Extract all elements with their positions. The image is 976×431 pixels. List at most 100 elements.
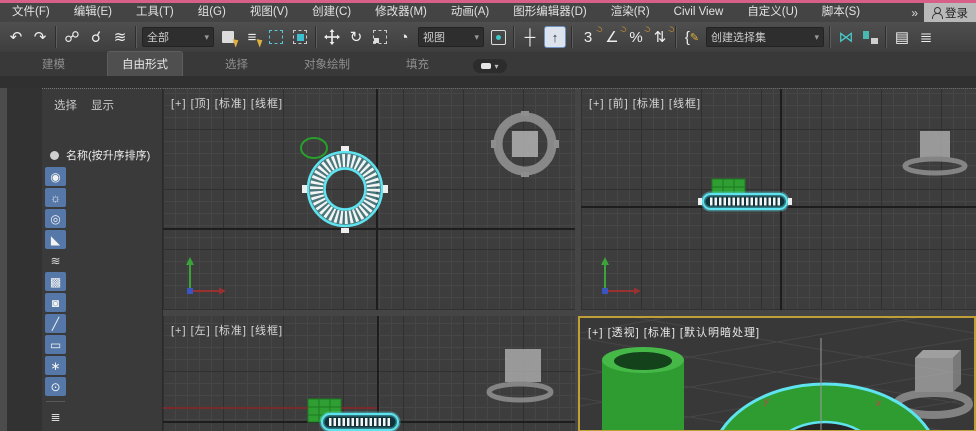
angle-snap-toggle-icon[interactable]: ∠ ∩ bbox=[600, 25, 624, 49]
select-by-name-icon[interactable]: ≡ bbox=[240, 25, 264, 49]
selection-filter-dropdown[interactable]: 全部 ▾ bbox=[142, 27, 214, 47]
ribbon-tab-selection[interactable]: 选择 bbox=[211, 52, 262, 76]
window-crossing-toggle-icon[interactable] bbox=[288, 25, 312, 49]
reference-coordinate-value: 视图 bbox=[423, 29, 445, 45]
ribbon-tab-modeling[interactable]: 建模 bbox=[28, 52, 79, 76]
toolbar-separator bbox=[885, 26, 887, 48]
display-spacewarps-icon[interactable]: ≋ bbox=[45, 251, 66, 270]
ribbon-tab-object-paint[interactable]: 对象绘制 bbox=[290, 52, 364, 76]
select-and-move-icon[interactable] bbox=[320, 25, 344, 49]
toggle-ribbon-icon[interactable]: ≣ bbox=[914, 25, 938, 49]
bind-to-spacewarp-icon[interactable]: ≋ bbox=[108, 25, 132, 49]
use-pivot-point-center-icon[interactable] bbox=[486, 25, 510, 49]
display-xrefs-icon[interactable]: ◙ bbox=[45, 293, 66, 312]
viewport-front-label[interactable]: [+] [前] [标准] [线框] bbox=[589, 95, 701, 111]
display-hidden-icon[interactable]: ⊙ bbox=[45, 377, 66, 396]
named-selection-set-dropdown[interactable]: 创建选择集 ▾ bbox=[706, 27, 824, 47]
select-and-link-icon[interactable]: ☍ bbox=[60, 25, 84, 49]
ribbon-tab-freeform[interactable]: 自由形式 bbox=[107, 51, 183, 76]
circle-shape-object[interactable] bbox=[301, 138, 327, 158]
scene-explorer-panel: 选择 显示 名称(按升序排序) ◉ ☼ ◎ ◣ ≋ ▩ ◙ ╱ ▭ ∗ ⊙ ≣ … bbox=[42, 88, 163, 431]
menu-group[interactable]: 组(G) bbox=[186, 3, 238, 22]
ghost-torus-cube-object[interactable] bbox=[905, 131, 965, 173]
edit-named-selection-sets-icon[interactable]: { ✎ bbox=[680, 25, 704, 49]
reference-coordinate-dropdown[interactable]: 视图 ▾ bbox=[418, 27, 484, 47]
layer-explorer-icon[interactable]: ▤ bbox=[890, 25, 914, 49]
named-selection-set-value: 创建选择集 bbox=[711, 29, 766, 45]
ghost-torus-cube-object[interactable] bbox=[491, 111, 559, 177]
gizmo-x-label: x bbox=[875, 398, 882, 409]
unlink-selection-icon[interactable]: ☌ bbox=[84, 25, 108, 49]
sort-label: 名称(按升序排序) bbox=[66, 147, 150, 163]
axis-tripod bbox=[186, 257, 226, 295]
spinner-snap-toggle-icon[interactable]: ⇅ ∩ bbox=[648, 25, 672, 49]
selected-torus-object[interactable] bbox=[302, 146, 388, 233]
list-view-icon[interactable]: ≣ bbox=[45, 407, 66, 426]
select-and-scale-icon[interactable] bbox=[368, 25, 392, 49]
menu-file[interactable]: 文件(F) bbox=[0, 3, 62, 22]
selected-torus-object[interactable] bbox=[698, 194, 792, 209]
viewport-top[interactable]: [+] [顶] [标准] [线框] bbox=[163, 89, 575, 310]
mirror-icon[interactable]: ⋈ bbox=[834, 25, 858, 49]
select-and-manipulate-icon[interactable]: ┼ bbox=[518, 25, 542, 49]
menu-scripting[interactable]: 脚本(S) bbox=[810, 3, 872, 22]
select-object-icon[interactable] bbox=[216, 25, 240, 49]
viewport-left-label[interactable]: [+] [左] [标准] [线框] bbox=[171, 322, 283, 338]
ribbon-collapsed-strip bbox=[0, 76, 976, 88]
menu-create[interactable]: 创建(C) bbox=[300, 3, 363, 22]
display-groups-icon[interactable]: ▩ bbox=[45, 272, 66, 291]
selected-torus-object[interactable] bbox=[322, 414, 398, 430]
toolbar-separator bbox=[135, 26, 137, 48]
percent-snap-toggle-icon[interactable]: % ∩ bbox=[624, 25, 648, 49]
menu-overflow-chevron[interactable]: » bbox=[905, 6, 924, 20]
menu-civil-view[interactable]: Civil View bbox=[662, 3, 736, 22]
ribbon-tab-bar: 建模 自由形式 选择 对象绘制 填充 ▾ bbox=[0, 52, 976, 76]
viewport-perspective[interactable]: [+] [透视] [标准] [默认明暗处理] bbox=[578, 316, 976, 431]
viewport-front[interactable]: [+] [前] [标准] [线框] bbox=[581, 89, 976, 310]
explorer-sort-header[interactable]: 名称(按升序排序) bbox=[50, 147, 150, 163]
menu-customize[interactable]: 自定义(U) bbox=[735, 3, 809, 22]
menu-tools[interactable]: 工具(T) bbox=[124, 3, 186, 22]
login-button[interactable]: 登录 bbox=[924, 3, 976, 22]
snap-toggle-3d-icon[interactable]: 3 ∩ bbox=[576, 25, 600, 49]
menu-animation[interactable]: 动画(A) bbox=[439, 3, 501, 22]
menu-modifiers[interactable]: 修改器(M) bbox=[363, 3, 439, 22]
toolbar-separator bbox=[315, 26, 317, 48]
display-containers-icon[interactable]: ▭ bbox=[45, 335, 66, 354]
menu-views[interactable]: 视图(V) bbox=[238, 3, 300, 22]
sort-bullet-icon bbox=[50, 151, 59, 160]
display-frozen-icon[interactable]: ∗ bbox=[45, 356, 66, 375]
viewport-left[interactable]: [+] [左] [标准] [线框] bbox=[163, 316, 575, 431]
selected-torus-object[interactable] bbox=[711, 384, 939, 430]
display-geometry-icon[interactable]: ◉ bbox=[45, 167, 66, 186]
menu-graph-editors[interactable]: 图形编辑器(D) bbox=[501, 3, 598, 22]
align-icon[interactable] bbox=[858, 25, 882, 49]
redo-icon[interactable]: ↷ bbox=[28, 25, 52, 49]
keyboard-shortcut-override-button[interactable]: ↑ bbox=[544, 26, 566, 48]
display-lights-icon[interactable]: ☼ bbox=[45, 188, 66, 207]
select-and-rotate-icon[interactable]: ↻ bbox=[344, 25, 368, 49]
explorer-tabs: 选择 显示 bbox=[42, 89, 162, 113]
green-cylinder-object[interactable] bbox=[602, 347, 684, 430]
chevron-down-icon: ▾ bbox=[474, 32, 479, 43]
display-cameras-icon[interactable]: ◎ bbox=[45, 209, 66, 228]
menu-edit[interactable]: 编辑(E) bbox=[62, 3, 124, 22]
3dsmax-window: 文件(F) 编辑(E) 工具(T) 组(G) 视图(V) 创建(C) 修改器(M… bbox=[0, 0, 976, 431]
explorer-tab-display[interactable]: 显示 bbox=[91, 97, 114, 113]
undo-icon[interactable]: ↶ bbox=[4, 25, 28, 49]
explorer-tab-select[interactable]: 选择 bbox=[54, 97, 77, 113]
select-and-place-icon[interactable]: ◔ bbox=[392, 25, 416, 49]
menu-rendering[interactable]: 渲染(R) bbox=[599, 3, 662, 22]
display-helpers-icon[interactable]: ◣ bbox=[45, 230, 66, 249]
user-icon bbox=[932, 7, 941, 19]
display-bones-icon[interactable]: ╱ bbox=[45, 314, 66, 333]
explorer-display-toggles: ◉ ☼ ◎ ◣ ≋ ▩ ◙ ╱ ▭ ∗ ⊙ ≣ ■ bbox=[45, 167, 66, 431]
ribbon-tab-populate[interactable]: 填充 bbox=[392, 52, 443, 76]
rectangular-selection-region-icon[interactable] bbox=[264, 25, 288, 49]
chevron-down-icon: ▾ bbox=[494, 62, 498, 71]
ribbon-config-button[interactable]: ▾ bbox=[473, 59, 507, 73]
window-left-edge bbox=[0, 88, 7, 431]
ghost-torus-cube-object[interactable] bbox=[489, 349, 551, 400]
viewport-perspective-label[interactable]: [+] [透视] [标准] [默认明暗处理] bbox=[588, 324, 760, 340]
viewport-top-label[interactable]: [+] [顶] [标准] [线框] bbox=[171, 95, 283, 111]
